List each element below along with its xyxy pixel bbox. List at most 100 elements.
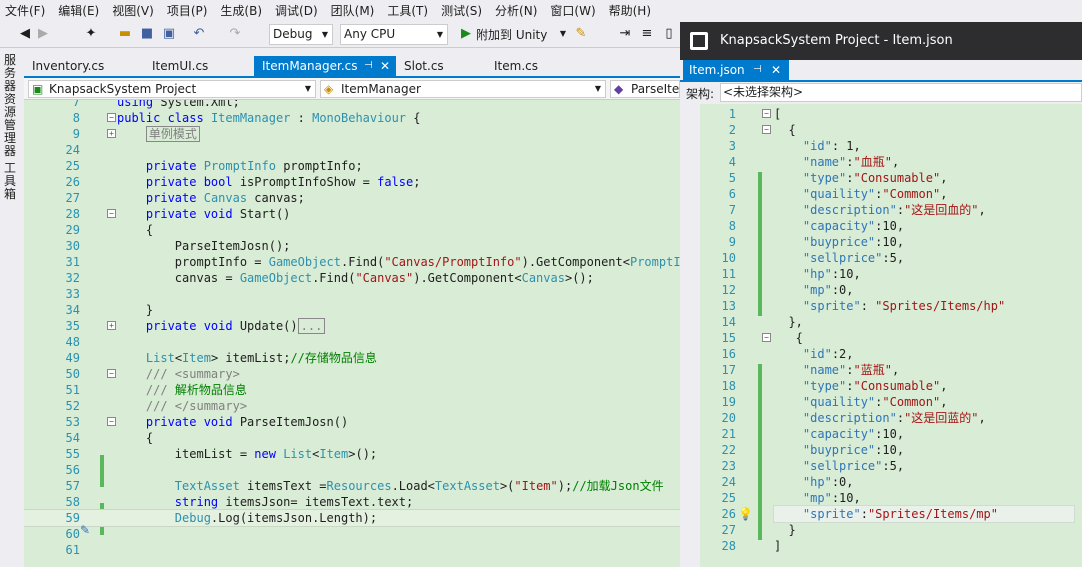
server-explorer-tab[interactable]: 服务器资源管理器 (4, 54, 18, 158)
fold-toggle[interactable]: + (107, 321, 116, 330)
json-text: "description":"这是回血的", (802, 203, 986, 217)
schema-label: 架构: (686, 87, 715, 101)
line-number: 56 (65, 463, 80, 477)
line-number: 48 (65, 335, 80, 349)
code-line: 35 + private void Update()... (24, 318, 680, 334)
json-text: "quaility":"Common", (802, 395, 948, 409)
json-text: }, (774, 315, 803, 329)
line-number: 9 (72, 127, 80, 141)
line-number: 27 (65, 191, 80, 205)
line-number: 25 (721, 491, 736, 505)
line-number: 34 (65, 303, 80, 317)
menu-window[interactable]: 窗口(W) (547, 2, 605, 19)
back-icon[interactable]: ◀ (16, 25, 34, 43)
code-line: 32 canvas = GameObject.Find("Canvas").Ge… (24, 270, 680, 286)
menu-file[interactable]: 文件(F) (2, 2, 55, 19)
json-text: "type":"Consumable", (802, 171, 948, 185)
menu-tools[interactable]: 工具(T) (384, 2, 438, 19)
comment-icon[interactable]: ≡ (638, 25, 656, 43)
fold-toggle[interactable]: − (762, 333, 771, 342)
fold-toggle[interactable]: − (762, 125, 771, 134)
side-toolbar: 服务器资源管理器 工具箱 (0, 48, 24, 567)
tab-label: Slot.cs (404, 59, 444, 73)
menu-analyze[interactable]: 分析(N) (492, 2, 547, 19)
pin-icon[interactable]: ⊣ (753, 60, 762, 80)
code-text: string itemsJson= itemsText.text; (174, 495, 414, 509)
config-value: Debug (273, 27, 313, 41)
json-text: { (774, 123, 796, 137)
menu-team[interactable]: 团队(M) (328, 2, 385, 19)
fold-toggle[interactable]: − (107, 369, 116, 378)
fold-toggle[interactable]: + (107, 129, 116, 138)
line-number: 12 (721, 283, 736, 297)
toolbox-tab[interactable]: 工具箱 (4, 162, 18, 201)
line-number: 61 (65, 543, 80, 557)
tab-inventory[interactable]: Inventory.cs (24, 56, 144, 76)
code-text: public class ItemManager : MonoBehaviour… (117, 111, 421, 125)
close-icon[interactable]: ✕ (380, 56, 390, 76)
menu-debug[interactable]: 调试(D) (272, 2, 328, 19)
chevron-down-icon[interactable]: ▼ (554, 25, 572, 43)
fold-toggle[interactable]: − (762, 109, 771, 118)
save-icon[interactable]: ■ (138, 25, 156, 43)
fold-toggle[interactable]: − (107, 209, 116, 218)
json-editor[interactable]: 1−[2− {3 "id": 1, 4 "name":"血瓶", 5 "type":… (700, 104, 1082, 567)
menu-test[interactable]: 测试(S) (438, 2, 492, 19)
tab-slot[interactable]: Slot.cs (396, 56, 486, 76)
platform-value: Any CPU (344, 27, 396, 41)
json-line: 1 −[ (700, 106, 1082, 122)
menu-project[interactable]: 项目(P) (164, 2, 218, 19)
line-number: 9 (728, 235, 736, 249)
code-text: /// <summary> (145, 367, 240, 381)
forward-icon[interactable]: ▶ (34, 25, 52, 43)
menu-bar: 文件(F) 编辑(E) 视图(V) 项目(P) 生成(B) 调试(D) 团队(M… (0, 0, 1082, 20)
window-title: KnapsackSystem Project - Item.json (680, 22, 1082, 60)
code-line: 56 (24, 462, 680, 478)
fold-toggle[interactable]: − (107, 417, 116, 426)
json-text: "capacity":10, (802, 427, 905, 441)
fold-toggle[interactable]: − (107, 113, 116, 122)
json-text: "name":"血瓶", (802, 155, 900, 169)
tab-itemmanager[interactable]: ItemManager.cs ⊣ ✕ (254, 56, 396, 76)
config-select[interactable]: Debug ▼ (269, 24, 333, 45)
project-dropdown[interactable]: ▣ KnapsackSystem Project ▼ (28, 80, 316, 98)
code-text: private PromptInfo promptInfo; (145, 159, 363, 173)
code-editor[interactable]: 7 using System.Xml; 8− public class ItemMan… (24, 100, 680, 567)
line-number: 8 (72, 111, 80, 125)
attach-unity-button[interactable]: 附加到 Unity (476, 26, 547, 43)
json-line: 9 "buyprice":10, (700, 234, 1082, 250)
open-folder-icon[interactable]: ▬ (116, 25, 134, 43)
tab-label: ItemUI.cs (152, 59, 209, 73)
line-number: 22 (721, 443, 736, 457)
tab-item[interactable]: Item.cs (486, 56, 596, 76)
member-dropdown[interactable]: ◆ ParseIte (610, 80, 680, 98)
platform-select[interactable]: Any CPU ▼ (340, 24, 448, 45)
window-title-text: KnapsackSystem Project - Item.json (720, 33, 953, 48)
play-icon[interactable]: ▶ (457, 25, 475, 43)
lightbulb-icon[interactable]: 💡 (738, 506, 753, 522)
menu-edit[interactable]: 编辑(E) (55, 2, 109, 19)
class-dropdown[interactable]: ◈ ItemManager ▼ (320, 80, 606, 98)
redo-icon[interactable]: ↷ (226, 25, 244, 43)
schema-select[interactable]: <未选择架构> (720, 83, 1082, 102)
json-text: "name":"蓝瓶", (802, 363, 900, 377)
json-line: 15 − { (700, 330, 1082, 346)
close-icon[interactable]: ✕ (771, 60, 781, 80)
indent-icon[interactable]: ⇥ (616, 25, 634, 43)
line-number: 28 (721, 539, 736, 553)
line-number: 29 (65, 223, 80, 237)
json-line: 27 } (700, 522, 1082, 538)
menu-help[interactable]: 帮助(H) (606, 2, 661, 19)
undo-icon[interactable]: ↶ (190, 25, 208, 43)
menu-build[interactable]: 生成(B) (217, 2, 272, 19)
tab-label: ItemManager.cs (262, 59, 358, 73)
tab-item-json[interactable]: Item.json ⊣ ✕ (683, 60, 789, 80)
bookmark-icon[interactable]: ▯ (660, 25, 678, 43)
tab-itemui[interactable]: ItemUI.cs (144, 56, 254, 76)
new-project-icon[interactable]: ✦ (82, 25, 100, 43)
pin-icon[interactable]: ⊣ (364, 56, 373, 76)
line-number: 21 (721, 427, 736, 441)
find-icon[interactable]: ✎ (572, 25, 590, 43)
save-all-icon[interactable]: ▣ (160, 25, 178, 43)
menu-view[interactable]: 视图(V) (109, 2, 164, 19)
